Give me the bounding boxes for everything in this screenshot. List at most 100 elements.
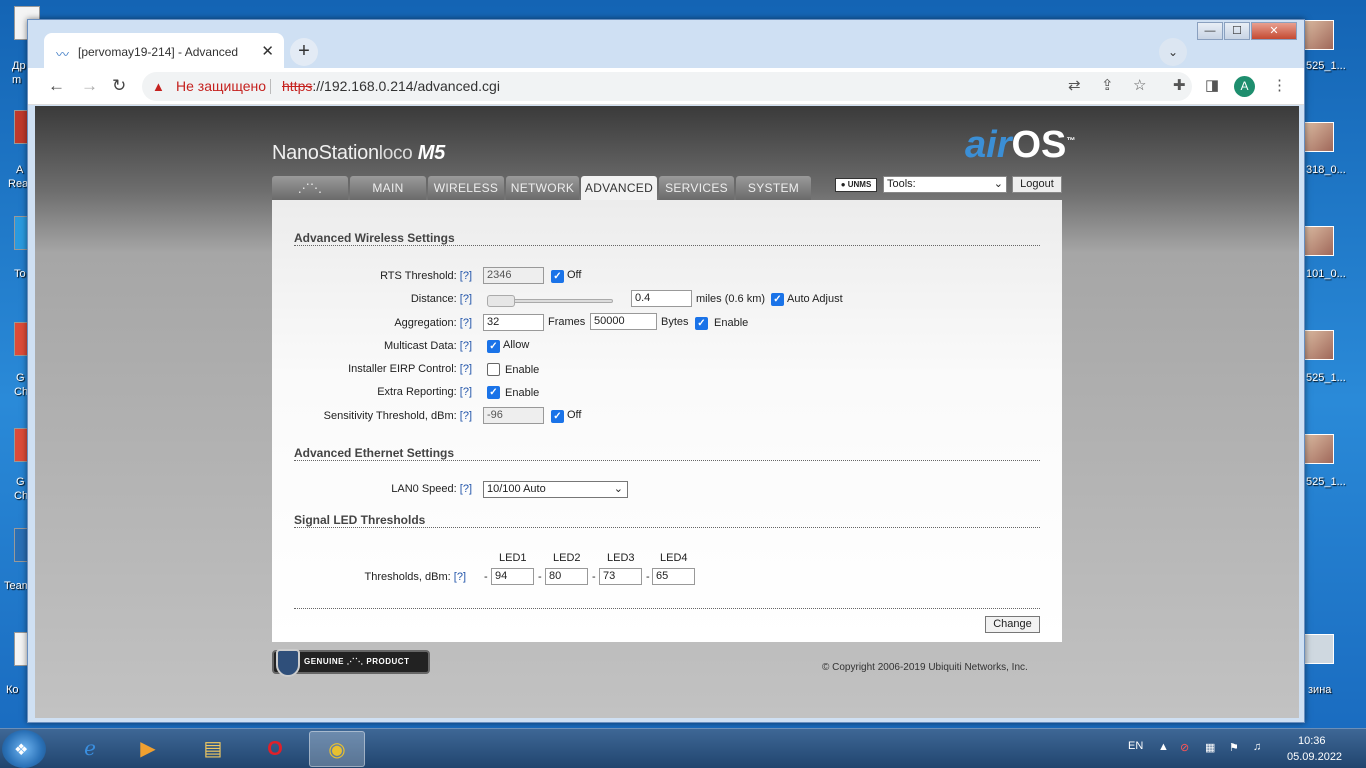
distance-label: Distance: [?] [410, 293, 472, 305]
desktop-label: 525_1... [1306, 372, 1346, 384]
unms-badge[interactable]: ● UNMS [835, 178, 877, 192]
taskbar: ❖ ℯ ▶ ▤ O ◉ EN ▲ ⊘ ▦ ⚑ ♫ 10:36 05.09.202… [0, 728, 1366, 768]
start-button[interactable]: ❖ [2, 730, 46, 768]
divider [294, 460, 1040, 461]
translate-icon[interactable]: ⇄ [1068, 76, 1081, 94]
tab-ubnt-logo[interactable]: ⋰⋱ [272, 176, 348, 200]
section-title: Advanced Wireless Settings [294, 231, 455, 245]
side-panel-icon[interactable]: ◨ [1205, 76, 1219, 94]
bookmark-star-icon[interactable]: ☆ [1133, 76, 1146, 94]
tab-services[interactable]: SERVICES [659, 176, 734, 200]
tab-network[interactable]: NETWORK [506, 176, 579, 200]
share-icon[interactable]: ⇪ [1101, 76, 1114, 94]
menu-dots-icon[interactable]: ⋮ [1272, 76, 1287, 94]
led1-input[interactable]: 94 [491, 568, 534, 585]
clock-date[interactable]: 05.09.2022 [1287, 751, 1342, 763]
rts-threshold-label: RTS Threshold: [?] [380, 270, 472, 282]
network-icon[interactable]: ▦ [1205, 741, 1215, 754]
profile-avatar[interactable]: A [1234, 76, 1255, 97]
aggregation-frames-input[interactable]: 32 [483, 314, 544, 331]
settings-panel: Advanced Wireless Settings RTS Threshold… [272, 200, 1062, 642]
led4-header: LED4 [660, 552, 688, 564]
opera-icon[interactable]: O [247, 731, 303, 767]
auto-adjust-checkbox[interactable]: ✓ [771, 293, 784, 306]
internet-explorer-icon[interactable]: ℯ [62, 731, 118, 767]
frames-label: Frames [548, 316, 586, 328]
sensitivity-off-checkbox[interactable]: ✓ [551, 410, 564, 423]
desktop-label: Rea [8, 178, 29, 190]
change-button[interactable]: Change [985, 616, 1040, 633]
action-center-flag-icon[interactable]: ⚑ [1229, 741, 1239, 754]
eirp-enable-checkbox[interactable] [487, 363, 500, 376]
tab-main[interactable]: MAIN [350, 176, 426, 200]
aggregation-bytes-input[interactable]: 50000 [590, 313, 657, 330]
tab-advanced[interactable]: ADVANCED [581, 176, 657, 200]
divider [294, 608, 1040, 609]
multicast-allow-label: Allow [503, 339, 530, 351]
lan-speed-select[interactable]: 10/100 Auto ⌄ [483, 481, 628, 498]
thresholds-label: Thresholds, dBm: [?] [364, 571, 467, 583]
desktop-label: Ch [14, 490, 29, 502]
recycle-bin-icon[interactable] [1304, 634, 1334, 664]
language-indicator[interactable]: EN [1128, 740, 1143, 752]
not-secure-label[interactable]: Не защищено [176, 72, 266, 101]
dash: - [646, 571, 650, 583]
file-explorer-icon[interactable]: ▤ [185, 731, 241, 767]
led1-header: LED1 [499, 552, 527, 564]
address-bar[interactable]: ▲ Не защищено https://192.168.0.214/adva… [142, 72, 1192, 101]
lan-speed-label: LAN0 Speed: [?] [391, 483, 472, 495]
rts-threshold-input[interactable]: 2346 [483, 267, 544, 284]
desktop-thumbnail[interactable] [1304, 330, 1334, 360]
divider [270, 79, 271, 94]
desktop-thumbnail[interactable] [1304, 20, 1334, 50]
airos-logo: airOS™ [965, 124, 1076, 166]
eirp-enable-label: Enable [505, 364, 540, 376]
multicast-allow-checkbox[interactable]: ✓ [487, 340, 500, 353]
dash: - [538, 571, 542, 583]
desktop-label: G [16, 372, 25, 384]
volume-icon[interactable]: ♫ [1253, 741, 1261, 753]
logout-button[interactable]: Logout [1012, 176, 1062, 193]
tab-system[interactable]: SYSTEM [736, 176, 811, 200]
eirp-label: Installer EIRP Control: [?] [348, 363, 472, 375]
network-status-icon[interactable]: ⊘ [1180, 741, 1189, 754]
back-button[interactable]: ← [48, 76, 65, 96]
forward-button[interactable]: → [81, 76, 98, 96]
browser-window: — ☐ ✕ 〰 [pervomay19-214] - Advanced ✕ + … [27, 19, 1305, 723]
distance-input[interactable]: 0.4 [631, 290, 692, 307]
tray-arrow-icon[interactable]: ▲ [1158, 741, 1169, 753]
clock-time[interactable]: 10:36 [1298, 735, 1326, 747]
tools-select[interactable]: Tools: ⌄ [883, 176, 1007, 193]
extra-reporting-checkbox[interactable]: ✓ [487, 386, 500, 399]
auto-adjust-label: Auto Adjust [787, 293, 843, 305]
tab-wireless[interactable]: WIRELESS [428, 176, 504, 200]
desktop-thumbnail[interactable] [1304, 226, 1334, 256]
led3-input[interactable]: 73 [599, 568, 642, 585]
lock-shield-icon [276, 649, 300, 677]
tab-search-chevron-icon[interactable]: ⌄ [1159, 38, 1187, 66]
divider [294, 245, 1040, 246]
sensitivity-input[interactable]: -96 [483, 407, 544, 424]
led4-input[interactable]: 65 [652, 568, 695, 585]
url-text[interactable]: https://192.168.0.214/advanced.cgi [282, 72, 500, 101]
aggregation-enable-checkbox[interactable]: ✓ [695, 317, 708, 330]
desktop-label: 101_0... [1306, 268, 1346, 280]
aggregation-enable-label: Enable [714, 317, 749, 329]
browser-tab[interactable]: 〰 [pervomay19-214] - Advanced ✕ [44, 33, 284, 69]
product-logo: NanoStationloco M5 [272, 142, 445, 164]
led2-input[interactable]: 80 [545, 568, 588, 585]
tab-close-icon[interactable]: ✕ [261, 42, 274, 60]
airos-page: NanoStationloco M5 airOS™ ⋰⋱ MAIN WIRELE… [35, 106, 1299, 718]
tab-title: [pervomay19-214] - Advanced [78, 45, 239, 59]
distance-slider-handle[interactable] [487, 295, 515, 307]
media-player-icon[interactable]: ▶ [120, 731, 176, 767]
desktop-thumbnail[interactable] [1304, 434, 1334, 464]
desktop-thumbnail[interactable] [1304, 122, 1334, 152]
rts-off-checkbox[interactable]: ✓ [551, 270, 564, 283]
warning-triangle-icon: ▲ [152, 79, 165, 94]
sensitivity-label: Sensitivity Threshold, dBm: [?] [323, 410, 472, 422]
reload-button[interactable]: ↻ [112, 76, 126, 96]
new-tab-button[interactable]: + [290, 38, 318, 66]
chrome-icon[interactable]: ◉ [309, 731, 365, 767]
extensions-puzzle-icon[interactable]: ✚ [1173, 76, 1186, 94]
